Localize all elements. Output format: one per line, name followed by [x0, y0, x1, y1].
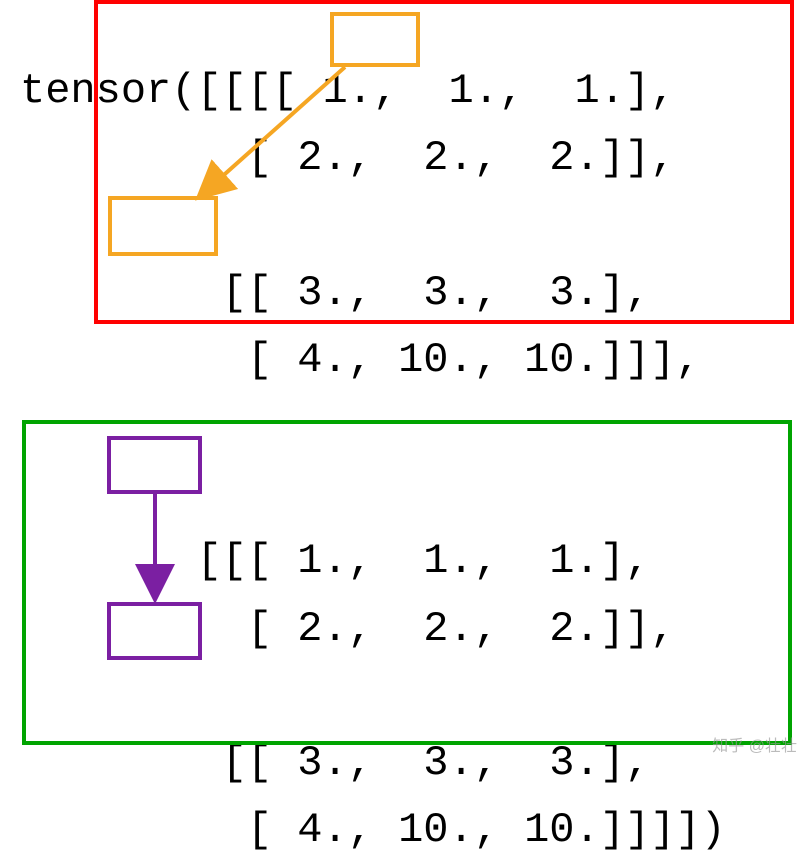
watermark-text: 知乎 @壮壮	[712, 732, 797, 756]
b2-r4: [[ 3., 3., 3.],	[196, 739, 650, 787]
purple-highlight-bottom	[107, 602, 202, 660]
top-group-box	[94, 0, 794, 324]
diagram-container: tensor([[[[ 1., 1., 1.], [ 2., 2., 2.]],…	[0, 0, 805, 764]
b2-r5: [ 4., 10., 10.]]]])	[196, 806, 725, 854]
b1-r5: [ 4., 10., 10.]]],	[196, 336, 700, 384]
gold-highlight-bottom	[108, 196, 218, 256]
purple-highlight-top	[107, 436, 202, 494]
gold-highlight-top	[330, 12, 420, 67]
